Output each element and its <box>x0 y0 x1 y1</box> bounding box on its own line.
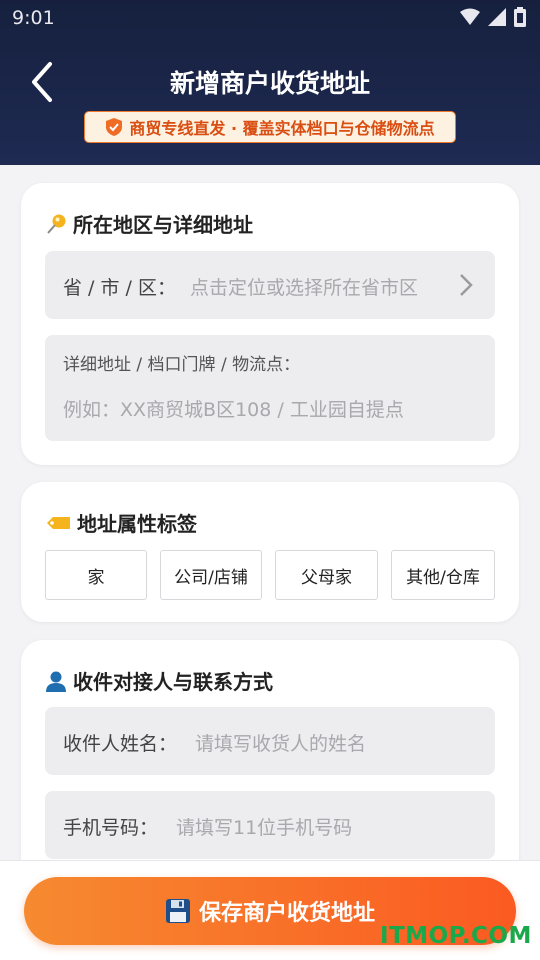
status-icons <box>460 7 526 27</box>
tag-home[interactable]: 家 <box>45 550 147 600</box>
shield-check-icon <box>106 118 123 136</box>
detail-address-field[interactable]: 详细地址 / 档口门牌 / 物流点： 例如：XX商贸城B区108 / 工业园自提… <box>45 335 495 441</box>
region-card: 所在地区与详细地址 省 / 市 / 区： 点击定位或选择所在省市区 详细地址 /… <box>21 183 519 465</box>
pin-icon <box>47 214 66 234</box>
tags-card-title: 地址属性标签 <box>45 508 197 537</box>
page-title: 新增商户收货地址 <box>169 69 370 98</box>
recipient-name-placeholder: 请填写收货人的姓名 <box>195 733 367 755</box>
chevron-right-icon <box>460 274 473 296</box>
region-card-title: 所在地区与详细地址 <box>45 209 253 238</box>
region-placeholder: 点击定位或选择所在省市区 <box>190 277 419 299</box>
status-time: 9:01 <box>12 7 55 29</box>
detail-address-label: 详细地址 / 档口门牌 / 物流点： <box>63 355 301 375</box>
tag-other-label: 其他/仓库 <box>406 567 480 588</box>
label-tag-icon <box>47 516 70 529</box>
recipient-name-field[interactable]: 收件人姓名： 请填写收货人的姓名 <box>45 707 495 775</box>
tag-parents-label: 父母家 <box>301 567 352 588</box>
detail-address-placeholder: 例如：XX商贸城B区108 / 工业园自提点 <box>63 399 404 421</box>
wifi-icon <box>460 8 480 25</box>
region-card-title-text: 所在地区与详细地址 <box>73 213 253 237</box>
person-icon <box>46 671 66 692</box>
tag-parents[interactable]: 父母家 <box>275 550 378 600</box>
badge-text: 商贸专线直发 · 覆盖实体档口与仓储物流点 <box>129 119 435 138</box>
region-select[interactable]: 省 / 市 / 区： 点击定位或选择所在省市区 <box>45 251 495 319</box>
watermark: ITMOP.COM <box>380 923 532 949</box>
service-badge: 商贸专线直发 · 覆盖实体档口与仓储物流点 <box>84 111 456 143</box>
battery-icon <box>514 7 526 27</box>
phone-placeholder: 请填写11位手机号码 <box>176 817 353 839</box>
header: 9:01 新增商户收货地址 商贸专线直发 · 覆盖实体档口与仓储物流点 <box>0 0 540 165</box>
signal-icon <box>488 8 506 26</box>
tags-card-title-text: 地址属性标签 <box>77 512 197 536</box>
phone-label: 手机号码： <box>63 817 159 839</box>
phone-field[interactable]: 手机号码： 请填写11位手机号码 <box>45 791 495 859</box>
floppy-disk-icon <box>165 899 190 923</box>
contact-card-title: 收件对接人与联系方式 <box>45 666 273 695</box>
tag-home-label: 家 <box>87 567 105 588</box>
region-label: 省 / 市 / 区： <box>63 277 176 299</box>
recipient-name-label: 收件人姓名： <box>63 733 178 755</box>
tag-company[interactable]: 公司/店铺 <box>160 550 262 600</box>
status-bar: 9:01 <box>0 0 540 36</box>
save-address-label: 保存商户收货地址 <box>198 901 375 926</box>
tag-other[interactable]: 其他/仓库 <box>391 550 495 600</box>
contact-card-title-text: 收件对接人与联系方式 <box>73 670 273 694</box>
tags-card: 地址属性标签 家 公司/店铺 父母家 其他/仓库 <box>21 482 519 622</box>
tag-company-label: 公司/店铺 <box>174 567 248 588</box>
